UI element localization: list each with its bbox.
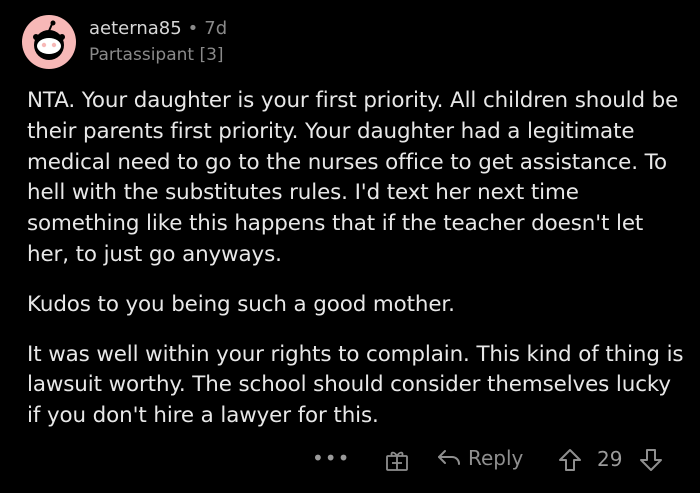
award-button[interactable] xyxy=(384,448,410,472)
comment-paragraph-3: It was well within your rights to compla… xyxy=(27,341,684,429)
username-link[interactable]: aeterna85 xyxy=(89,17,182,41)
more-icon: ••• xyxy=(312,446,351,470)
reply-label: Reply xyxy=(468,446,524,470)
meta-separator: • xyxy=(187,18,199,39)
comment-age: 7d xyxy=(204,18,228,39)
user-avatar[interactable] xyxy=(22,15,76,69)
upvote-icon xyxy=(559,449,581,471)
upvote-button[interactable] xyxy=(557,447,583,473)
more-options-button[interactable]: ••• xyxy=(312,446,350,470)
vote-count-value: 29 xyxy=(597,447,623,471)
user-flair: Partassipant [3] xyxy=(89,45,224,65)
reply-button[interactable]: Reply xyxy=(436,446,523,470)
reply-arrow-icon xyxy=(438,450,460,465)
gift-icon xyxy=(386,451,408,471)
vote-count: 29 xyxy=(597,447,622,471)
comment-actions: ••• Reply 29 xyxy=(0,442,700,476)
snoo-avatar-icon xyxy=(33,20,65,60)
comment-paragraph-2: Kudos to you being such a good mother. xyxy=(27,291,455,317)
comment-body: NTA. Your daughter is your first priorit… xyxy=(27,86,687,432)
comment-meta: aeterna85 • 7d Partassipant [3] xyxy=(89,17,227,67)
downvote-icon xyxy=(640,449,662,471)
comment-header: aeterna85 • 7d Partassipant [3] xyxy=(22,15,227,69)
meta-top-row: aeterna85 • 7d xyxy=(89,17,227,41)
comment-paragraph-1: NTA. Your daughter is your first priorit… xyxy=(27,88,679,267)
downvote-button[interactable] xyxy=(638,447,664,473)
